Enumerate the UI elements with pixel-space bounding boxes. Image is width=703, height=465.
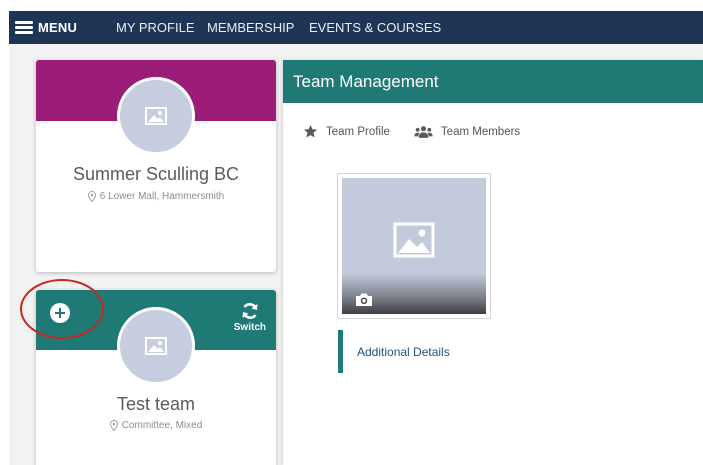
switch-team-button[interactable]: Switch: [234, 301, 266, 333]
team-details-row: Committee, Mixed: [36, 420, 276, 431]
team-photo-placeholder: [342, 178, 486, 314]
camera-icon[interactable]: [355, 292, 373, 307]
top-navigation-bar: MENU MY PROFILE MEMBERSHIP EVENTS & COUR…: [9, 11, 703, 44]
location-pin-icon: [87, 191, 96, 202]
tab-bar: Team Profile Team Members: [303, 124, 544, 139]
star-icon: [303, 124, 318, 138]
tab-team-profile-label: Team Profile: [326, 125, 390, 138]
additional-details-label: Additional Details: [357, 344, 450, 359]
tab-team-profile[interactable]: Team Profile: [303, 124, 390, 139]
tab-team-members-label: Team Members: [440, 125, 521, 138]
club-card[interactable]: Summer Sculling BC 6 Lower Mall, Hammers…: [36, 60, 276, 272]
location-pin-icon: [109, 420, 118, 431]
people-icon: [414, 125, 433, 138]
refresh-icon: [242, 303, 258, 319]
red-annotation-circle: [20, 279, 104, 339]
panel-title: Team Management: [283, 60, 703, 103]
team-details: Committee, Mixed: [121, 420, 203, 431]
hamburger-icon: [15, 21, 33, 34]
team-photo-upload[interactable]: [337, 173, 491, 319]
image-placeholder-icon: [145, 337, 167, 355]
team-name: Test team: [116, 394, 196, 414]
menu-label: MENU: [38, 20, 78, 35]
club-location: 6 Lower Mall, Hammersmith: [99, 191, 225, 202]
image-placeholder-icon: [145, 107, 167, 125]
image-placeholder-icon: [393, 222, 435, 258]
club-location-row: 6 Lower Mall, Hammersmith: [36, 191, 276, 202]
nav-link-events-courses[interactable]: EVENTS & COURSES: [309, 20, 441, 35]
additional-details-section[interactable]: Additional Details: [338, 330, 450, 373]
tab-team-members[interactable]: Team Members: [414, 125, 520, 139]
club-avatar: [117, 77, 195, 155]
team-avatar: [117, 307, 195, 385]
club-name: Summer Sculling BC: [72, 164, 240, 184]
switch-label: Switch: [233, 322, 266, 333]
menu-button[interactable]: MENU: [15, 20, 77, 35]
nav-link-membership[interactable]: MEMBERSHIP: [207, 20, 294, 35]
nav-link-my-profile[interactable]: MY PROFILE: [116, 20, 195, 35]
team-management-panel: Team Management Team Profile Team Member…: [283, 60, 703, 465]
